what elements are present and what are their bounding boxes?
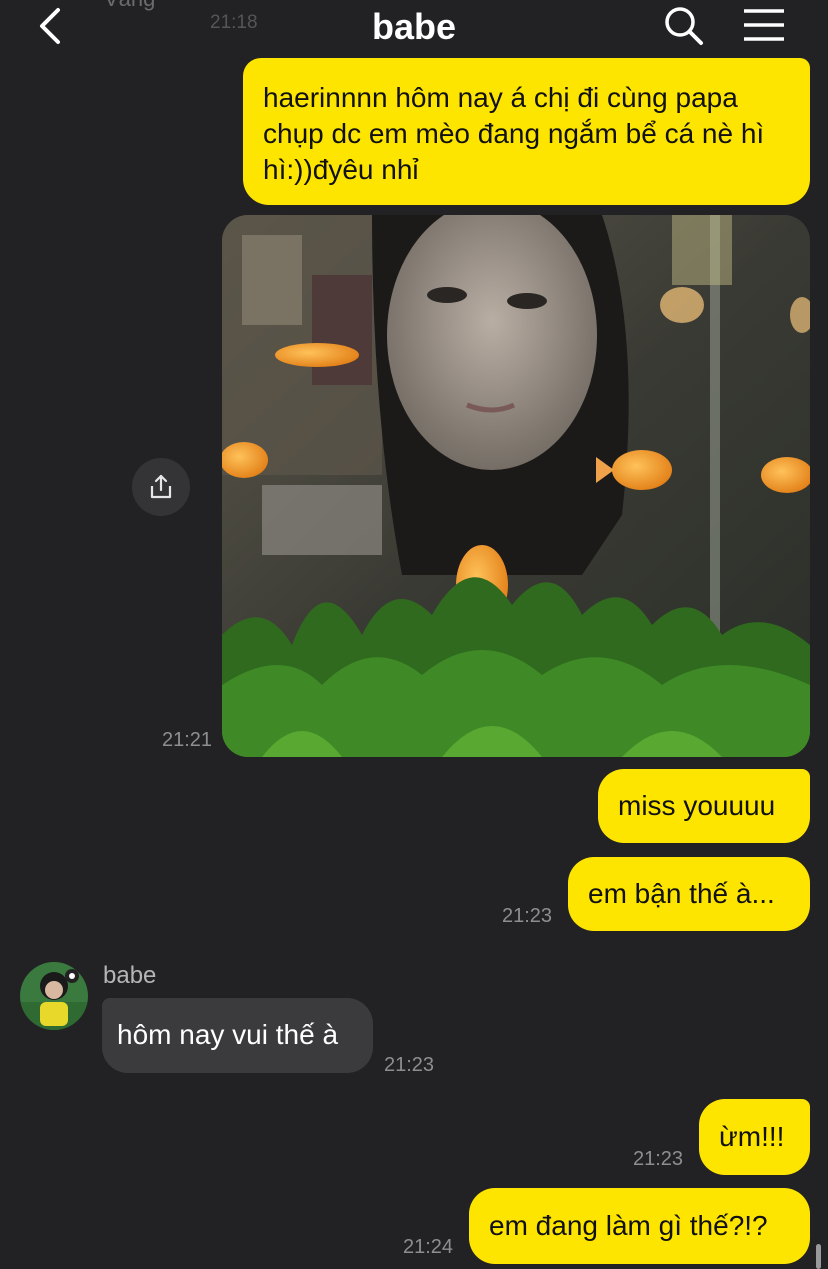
chat-header: Vâng 21:18 babe [0, 0, 828, 58]
message-text: ừm!!! [719, 1121, 785, 1152]
sender-name: babe [103, 962, 157, 989]
share-button[interactable] [132, 458, 190, 516]
scrollbar[interactable] [816, 1244, 821, 1269]
my-message-bubble[interactable]: em bận thế à... [568, 857, 810, 931]
previous-sender-label: Vâng [104, 0, 155, 12]
search-icon [665, 7, 703, 45]
message-time: 21:21 [162, 729, 213, 751]
hamburger-menu-icon [744, 9, 784, 41]
share-icon [150, 474, 172, 499]
my-message-bubble[interactable]: em đang làm gì thế?!? [469, 1188, 810, 1264]
message-text: hôm nay vui thế à [117, 1019, 339, 1050]
message-time: 21:23 [633, 1148, 684, 1170]
message-text: em đang làm gì thế?!? [489, 1210, 768, 1241]
my-message-bubble[interactable]: ừm!!! [699, 1099, 810, 1175]
message-text: haerinnnn hôm nay á chị đi cùng papa chụ… [263, 82, 765, 185]
avatar[interactable] [20, 962, 88, 1030]
search-button[interactable] [662, 4, 706, 48]
message-text: em bận thế à... [588, 878, 775, 909]
message-text: miss youuuu [618, 790, 776, 821]
my-message-bubble[interactable]: haerinnnn hôm nay á chị đi cùng papa chụ… [243, 58, 810, 205]
back-button[interactable] [30, 4, 74, 48]
my-message-bubble[interactable]: miss youuuu [598, 769, 810, 843]
message-time: 21:23 [502, 905, 553, 927]
menu-button[interactable] [742, 8, 786, 44]
avatar-image [20, 962, 88, 1030]
their-message-bubble[interactable]: hôm nay vui thế à [102, 998, 373, 1073]
photo-message[interactable] [222, 215, 810, 757]
message-time: 21:24 [403, 1236, 454, 1258]
photo-image [222, 215, 810, 757]
chevron-left-icon [40, 8, 60, 44]
message-time: 21:23 [384, 1054, 435, 1076]
previous-message-time: 21:18 [210, 12, 258, 33]
